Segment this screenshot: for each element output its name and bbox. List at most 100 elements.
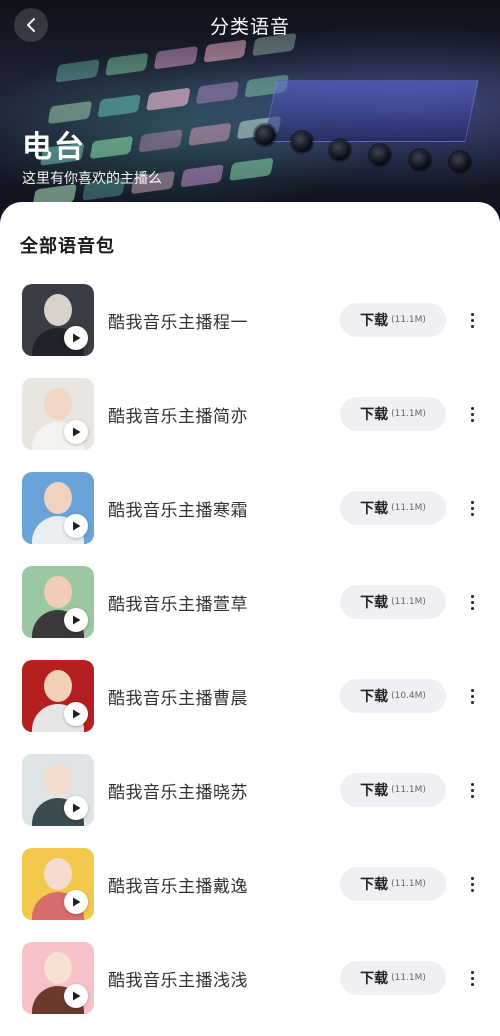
play-triangle-icon xyxy=(73,803,81,813)
more-dot xyxy=(470,888,474,892)
voice-pack-item[interactable]: 酷我音乐主播曹晨 下载 (10.4M) xyxy=(0,660,500,754)
hero-title: 电台 xyxy=(22,130,86,165)
content-sheet: 全部语音包 酷我音乐主播程一 下载 (11.1M) 酷我音乐主播简亦 下载 (11.1M)… xyxy=(0,202,500,1014)
more-dot xyxy=(470,788,474,792)
play-icon[interactable] xyxy=(64,420,88,444)
avatar[interactable] xyxy=(22,660,94,732)
avatar[interactable] xyxy=(22,472,94,544)
more-options-icon[interactable] xyxy=(462,872,482,896)
play-triangle-icon xyxy=(73,521,81,531)
avatar-head xyxy=(44,482,72,514)
more-dot xyxy=(470,876,474,880)
more-dot xyxy=(470,500,474,504)
voice-pack-item[interactable]: 酷我音乐主播戴逸 下载 (11.1M) xyxy=(0,848,500,942)
avatar-head xyxy=(44,670,72,702)
avatar[interactable] xyxy=(22,848,94,920)
play-triangle-icon xyxy=(73,709,81,719)
page-title: 分类语音 xyxy=(209,16,290,38)
download-label: 下载 xyxy=(360,595,389,611)
download-button[interactable]: 下载 (11.1M) xyxy=(340,303,446,337)
voice-pack-name: 酷我音乐主播简亦 xyxy=(108,407,248,427)
voice-pack-item[interactable]: 酷我音乐主播寒霜 下载 (11.1M) xyxy=(0,472,500,566)
more-dot xyxy=(470,406,474,410)
download-label: 下载 xyxy=(360,877,389,893)
more-dot xyxy=(470,312,474,316)
download-size: (11.1M) xyxy=(391,409,426,419)
download-size: (10.4M) xyxy=(391,691,426,701)
more-dot xyxy=(470,882,474,886)
avatar-head xyxy=(44,294,72,326)
download-label: 下载 xyxy=(360,689,389,705)
download-label: 下载 xyxy=(360,971,389,987)
play-triangle-icon xyxy=(73,333,81,343)
download-label: 下载 xyxy=(360,501,389,517)
more-dot xyxy=(470,412,474,416)
more-dot xyxy=(470,694,474,698)
download-size: (11.1M) xyxy=(391,315,426,325)
more-options-icon[interactable] xyxy=(462,402,482,426)
avatar-head xyxy=(44,576,72,608)
download-button[interactable]: 下载 (11.1M) xyxy=(340,961,446,995)
more-dot xyxy=(470,512,474,516)
download-size: (11.1M) xyxy=(391,973,426,983)
more-dot xyxy=(470,688,474,692)
hero-subtitle: 这里有你喜欢的主播么 xyxy=(22,171,162,187)
download-size: (11.1M) xyxy=(391,597,426,607)
voice-pack-name: 酷我音乐主播程一 xyxy=(108,313,248,333)
more-options-icon[interactable] xyxy=(462,308,482,332)
voice-pack-item[interactable]: 酷我音乐主播浅浅 下载 (11.1M) xyxy=(0,942,500,1036)
more-options-icon[interactable] xyxy=(462,590,482,614)
play-icon[interactable] xyxy=(64,890,88,914)
avatar[interactable] xyxy=(22,754,94,826)
voice-pack-name: 酷我音乐主播戴逸 xyxy=(108,877,248,897)
more-dot xyxy=(470,506,474,510)
voice-pack-name: 酷我音乐主播曹晨 xyxy=(108,689,248,709)
more-dot xyxy=(470,782,474,786)
play-triangle-icon xyxy=(73,991,81,1001)
download-size: (11.1M) xyxy=(391,879,426,889)
voice-pack-item[interactable]: 酷我音乐主播萱草 下载 (11.1M) xyxy=(0,566,500,660)
download-button[interactable]: 下载 (11.1M) xyxy=(340,397,446,431)
more-dot xyxy=(470,594,474,598)
play-triangle-icon xyxy=(73,427,81,437)
avatar[interactable] xyxy=(22,284,94,356)
more-dot xyxy=(470,600,474,604)
voice-pack-list: 酷我音乐主播程一 下载 (11.1M) 酷我音乐主播简亦 下载 (11.1M) 酷我音乐主播… xyxy=(0,284,500,1036)
play-icon[interactable] xyxy=(64,608,88,632)
avatar-head xyxy=(44,388,72,420)
more-dot xyxy=(470,418,474,422)
download-button[interactable]: 下载 (11.1M) xyxy=(340,491,446,525)
play-icon[interactable] xyxy=(64,514,88,538)
play-icon[interactable] xyxy=(64,702,88,726)
play-icon[interactable] xyxy=(64,326,88,350)
avatar-head xyxy=(44,764,72,796)
more-dot xyxy=(470,700,474,704)
avatar[interactable] xyxy=(22,942,94,1014)
more-options-icon[interactable] xyxy=(462,778,482,802)
avatar-head xyxy=(44,858,72,890)
more-dot xyxy=(470,318,474,322)
voice-pack-name: 酷我音乐主播浅浅 xyxy=(108,971,248,991)
download-button[interactable]: 下载 (10.4M) xyxy=(340,679,446,713)
avatar[interactable] xyxy=(22,378,94,450)
play-triangle-icon xyxy=(73,897,81,907)
voice-pack-item[interactable]: 酷我音乐主播晓苏 下载 (11.1M) xyxy=(0,754,500,848)
download-button[interactable]: 下载 (11.1M) xyxy=(340,867,446,901)
play-icon[interactable] xyxy=(64,796,88,820)
voice-pack-name: 酷我音乐主播晓苏 xyxy=(108,783,248,803)
download-button[interactable]: 下载 (11.1M) xyxy=(340,773,446,807)
voice-pack-item[interactable]: 酷我音乐主播简亦 下载 (11.1M) xyxy=(0,378,500,472)
more-options-icon[interactable] xyxy=(462,966,482,990)
download-size: (11.1M) xyxy=(391,503,426,513)
more-dot xyxy=(470,324,474,328)
play-icon[interactable] xyxy=(64,984,88,1008)
more-dot xyxy=(470,794,474,798)
more-options-icon[interactable] xyxy=(462,496,482,520)
avatar[interactable] xyxy=(22,566,94,638)
voice-pack-item[interactable]: 酷我音乐主播程一 下载 (11.1M) xyxy=(0,284,500,378)
download-size: (11.1M) xyxy=(391,785,426,795)
download-button[interactable]: 下载 (11.1M) xyxy=(340,585,446,619)
more-dot xyxy=(470,976,474,980)
more-options-icon[interactable] xyxy=(462,684,482,708)
play-triangle-icon xyxy=(73,615,81,625)
